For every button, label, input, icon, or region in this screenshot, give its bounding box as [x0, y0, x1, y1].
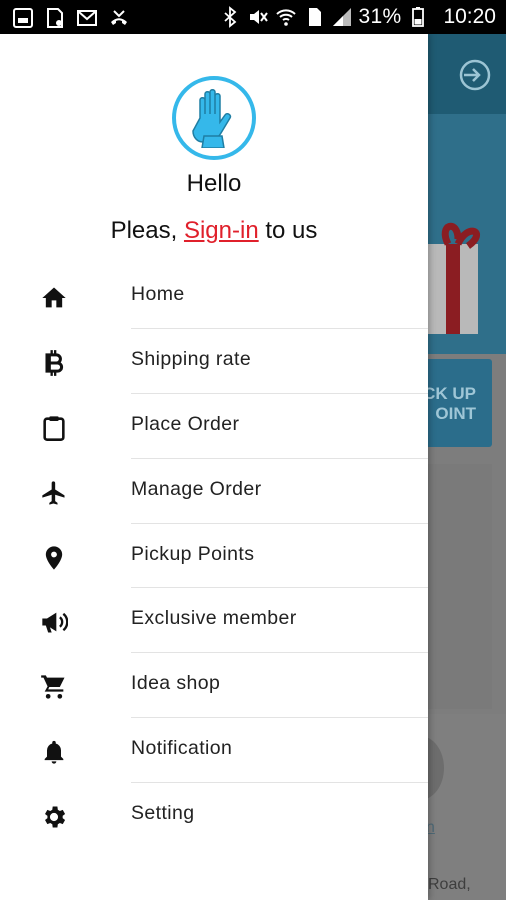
menu-label-idea-shop: Idea shop: [131, 672, 221, 695]
menu-item-place-order[interactable]: Place Order: [0, 394, 428, 459]
file-notification-icon: [47, 8, 63, 28]
mute-icon: [249, 10, 268, 24]
menu-label-home: Home: [131, 283, 185, 305]
menu-item-setting[interactable]: Setting: [0, 783, 428, 848]
menu-label-manage-order: Manage Order: [131, 477, 262, 500]
menu-item-idea-shop[interactable]: Idea shop: [0, 653, 428, 719]
menu-item-shipping-rate[interactable]: Shipping rate: [0, 329, 428, 394]
signin-prefix: Pleas,: [110, 217, 178, 244]
mail-notification-icon: [77, 10, 97, 26]
baht-icon: [45, 350, 64, 376]
menu-label-place-order: Place Order: [131, 412, 240, 435]
cart-icon: [41, 675, 65, 700]
menu-item-notification[interactable]: Notification: [0, 718, 428, 784]
home-icon: [42, 287, 66, 308]
menu-item-pickup-points[interactable]: Pickup Points: [0, 524, 428, 589]
background-address: Road,: [428, 876, 471, 893]
drawer-menu: Home Shipping rate Place Order Manage Or…: [0, 264, 428, 848]
megaphone-icon: [42, 613, 68, 633]
location-pin-icon: [45, 545, 63, 570]
signal-icon: [332, 8, 351, 26]
gift-box-image: [428, 223, 481, 334]
menu-label-shipping-rate: Shipping rate: [131, 347, 252, 370]
menu-label-notification: Notification: [131, 737, 233, 760]
hand-icon: [192, 89, 232, 148]
menu-item-manage-order[interactable]: Manage Order: [0, 459, 428, 524]
battery-icon: [412, 7, 425, 27]
menu-item-home[interactable]: Home: [0, 264, 428, 329]
bell-icon: [44, 741, 64, 764]
battery-percent: 31%: [358, 5, 402, 28]
avatar[interactable]: [172, 76, 256, 160]
wifi-icon: [275, 9, 296, 26]
greeting-text: Hello: [186, 170, 242, 197]
navigation-drawer: Hello Pleas, Sign-in to us Home Shipping…: [0, 34, 428, 900]
signin-suffix: to us: [265, 217, 318, 244]
missed-call-icon: [111, 10, 127, 25]
airplane-icon: [42, 481, 65, 505]
signin-link[interactable]: Sign-in: [184, 217, 259, 244]
clipboard-icon: [43, 416, 65, 441]
signin-prompt: Pleas, Sign-in to us: [0, 217, 428, 245]
gallery-notification-icon: [13, 8, 33, 28]
sim-icon: [308, 8, 321, 26]
gear-icon: [45, 806, 66, 828]
status-bar: 31% 10:20: [0, 0, 506, 34]
menu-label-pickup-points: Pickup Points: [131, 542, 255, 565]
login-icon: [459, 59, 491, 91]
menu-item-exclusive-member[interactable]: Exclusive member: [0, 588, 428, 654]
menu-label-exclusive-member: Exclusive member: [131, 607, 297, 630]
clock: 10:20: [443, 5, 496, 28]
menu-label-setting: Setting: [131, 802, 195, 825]
bluetooth-icon: [223, 6, 236, 28]
